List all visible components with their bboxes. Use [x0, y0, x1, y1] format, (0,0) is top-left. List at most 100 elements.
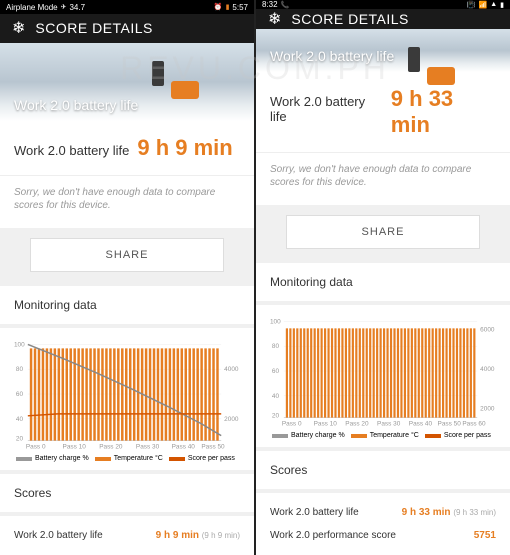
- left-screenshot: Airplane Mode ✈ 34.7 ⏰ ▮ 5:57 ❄ SCORE DE…: [0, 0, 254, 555]
- svg-text:2000: 2000: [224, 416, 239, 423]
- svg-text:60: 60: [16, 391, 24, 398]
- status-time-left: 8:32: [262, 0, 278, 9]
- phone-icon: 📞: [281, 1, 290, 9]
- table-row: Work 2.0 battery life 9 h 33 min (9 h 33…: [270, 501, 496, 524]
- svg-text:6000: 6000: [480, 326, 495, 333]
- scores-table: Work 2.0 battery life 9 h 9 min (9 h 9 m…: [0, 516, 254, 555]
- legend-temp: Temperature °C: [351, 432, 419, 439]
- hero-title: Work 2.0 battery life: [14, 97, 138, 113]
- svg-text:20: 20: [16, 436, 24, 443]
- sled-figure: [171, 81, 199, 99]
- score-value: 9 h 33 min: [391, 86, 496, 138]
- score-value: 9 h 9 min: [137, 135, 232, 161]
- share-button[interactable]: SHARE: [286, 215, 480, 249]
- airplane-mode-label: Airplane Mode: [6, 3, 58, 12]
- legend-temp: Temperature °C: [95, 455, 163, 462]
- legend-score: Score per pass: [169, 455, 235, 462]
- score-row-value: 9 h 9 min (9 h 9 min): [156, 530, 240, 541]
- svg-text:Pass 40: Pass 40: [172, 444, 196, 451]
- insufficient-data-notice: Sorry, we don't have enough data to comp…: [0, 176, 254, 228]
- monitoring-title: Monitoring data: [256, 263, 510, 301]
- status-time: 5:57: [232, 3, 248, 12]
- svg-text:20: 20: [272, 413, 280, 420]
- hero-title: Work 2.0 battery life: [270, 48, 394, 64]
- chart-legend: Battery charge % Temperature °C Score pe…: [8, 451, 246, 462]
- svg-text:Pass 50: Pass 50: [438, 421, 462, 428]
- scores-title: Scores: [256, 451, 510, 489]
- header-title: SCORE DETAILS: [35, 20, 153, 36]
- snowflake-icon: ❄: [12, 18, 25, 38]
- score-row-value: 9 h 33 min (9 h 33 min): [402, 507, 496, 518]
- score-row-value: 5751: [474, 530, 496, 541]
- skier-figure: [152, 61, 164, 86]
- share-button[interactable]: SHARE: [30, 238, 224, 272]
- table-row: Work 2.0 performance score 5751: [270, 524, 496, 547]
- right-screenshot: 8:32 📞 📳 📶 ▲ ▮ ❄ SCORE DETAILS Work 2.0 …: [256, 0, 510, 555]
- vibrate-icon: 📳: [467, 1, 476, 9]
- main-score-row: Work 2.0 battery life 9 h 33 min: [256, 72, 510, 153]
- signal-icon: ▲: [490, 1, 497, 8]
- score-label: Work 2.0 battery life: [270, 94, 383, 124]
- score-row-label: Work 2.0 battery life: [14, 530, 103, 541]
- svg-text:Pass 10: Pass 10: [63, 444, 87, 451]
- scores-table: Work 2.0 battery life 9 h 33 min (9 h 33…: [256, 493, 510, 555]
- score-label: Work 2.0 battery life: [14, 143, 129, 158]
- score-bars: [30, 348, 219, 440]
- svg-text:Pass 0: Pass 0: [282, 421, 302, 428]
- svg-text:100: 100: [14, 341, 25, 348]
- svg-text:Pass 10: Pass 10: [314, 421, 338, 428]
- svg-text:Pass 30: Pass 30: [377, 421, 401, 428]
- svg-text:Pass 0: Pass 0: [26, 444, 46, 451]
- legend-score: Score per pass: [425, 432, 491, 439]
- monitoring-chart-container: 100 80 60 40 20 4000 2000 Pass 0 Pass 10…: [0, 328, 254, 470]
- header-title: SCORE DETAILS: [291, 11, 409, 27]
- app-header: ❄ SCORE DETAILS: [0, 14, 254, 42]
- insufficient-data-notice: Sorry, we don't have enough data to comp…: [256, 153, 510, 205]
- share-row: SHARE: [256, 205, 510, 259]
- main-score-row: Work 2.0 battery life 9 h 9 min: [0, 121, 254, 176]
- battery-line: [28, 344, 221, 435]
- battery-icon: ▮: [226, 3, 230, 11]
- score-row-label: Work 2.0 performance score: [270, 530, 396, 541]
- temp-line: [28, 414, 221, 416]
- svg-text:Pass 50: Pass 50: [201, 444, 225, 451]
- svg-text:Pass 30: Pass 30: [136, 444, 160, 451]
- scores-title: Scores: [0, 474, 254, 512]
- airplane-icon: ✈: [61, 3, 67, 11]
- monitoring-chart-container: 100 80 60 40 20 6000 4000 2000 Pass 0 Pa…: [256, 305, 510, 447]
- temp-indicator: 34.7: [69, 3, 85, 12]
- chart-svg: 100 80 60 40 20 4000 2000 Pass 0 Pass 10…: [8, 336, 246, 451]
- svg-text:80: 80: [16, 366, 24, 373]
- snowflake-icon: ❄: [268, 9, 281, 29]
- svg-text:4000: 4000: [224, 366, 239, 373]
- chart-legend: Battery charge % Temperature °C Score pe…: [264, 428, 502, 439]
- status-bar: Airplane Mode ✈ 34.7 ⏰ ▮ 5:57: [0, 0, 254, 14]
- legend-battery: Battery charge %: [272, 432, 345, 439]
- app-header: ❄ SCORE DETAILS: [256, 9, 510, 29]
- legend-battery: Battery charge %: [16, 455, 89, 462]
- skier-figure: [408, 47, 420, 72]
- hero-image: Work 2.0 battery life: [0, 43, 254, 121]
- svg-text:Pass 60: Pass 60: [462, 421, 486, 428]
- svg-text:Pass 20: Pass 20: [99, 444, 123, 451]
- monitoring-chart: 100 80 60 40 20 4000 2000 Pass 0 Pass 10…: [8, 336, 246, 451]
- svg-text:2000: 2000: [480, 406, 495, 413]
- svg-text:Pass 20: Pass 20: [345, 421, 369, 428]
- score-bars: [286, 328, 476, 417]
- svg-text:4000: 4000: [480, 366, 495, 373]
- wifi-icon: 📶: [478, 1, 487, 9]
- svg-text:Pass 40: Pass 40: [409, 421, 433, 428]
- svg-text:40: 40: [272, 393, 280, 400]
- table-row: Work 2.0 battery life 9 h 9 min (9 h 9 m…: [14, 524, 240, 547]
- sled-figure: [427, 67, 455, 85]
- svg-text:60: 60: [272, 368, 280, 375]
- chart-svg: 100 80 60 40 20 6000 4000 2000 Pass 0 Pa…: [264, 313, 502, 428]
- monitoring-title: Monitoring data: [0, 286, 254, 324]
- svg-text:40: 40: [16, 416, 24, 423]
- monitoring-chart: 100 80 60 40 20 6000 4000 2000 Pass 0 Pa…: [264, 313, 502, 428]
- share-row: SHARE: [0, 228, 254, 282]
- hero-image: Work 2.0 battery life: [256, 29, 510, 72]
- status-bar: 8:32 📞 📳 📶 ▲ ▮: [256, 0, 510, 9]
- score-row-label: Work 2.0 battery life: [270, 507, 359, 518]
- svg-text:80: 80: [272, 343, 280, 350]
